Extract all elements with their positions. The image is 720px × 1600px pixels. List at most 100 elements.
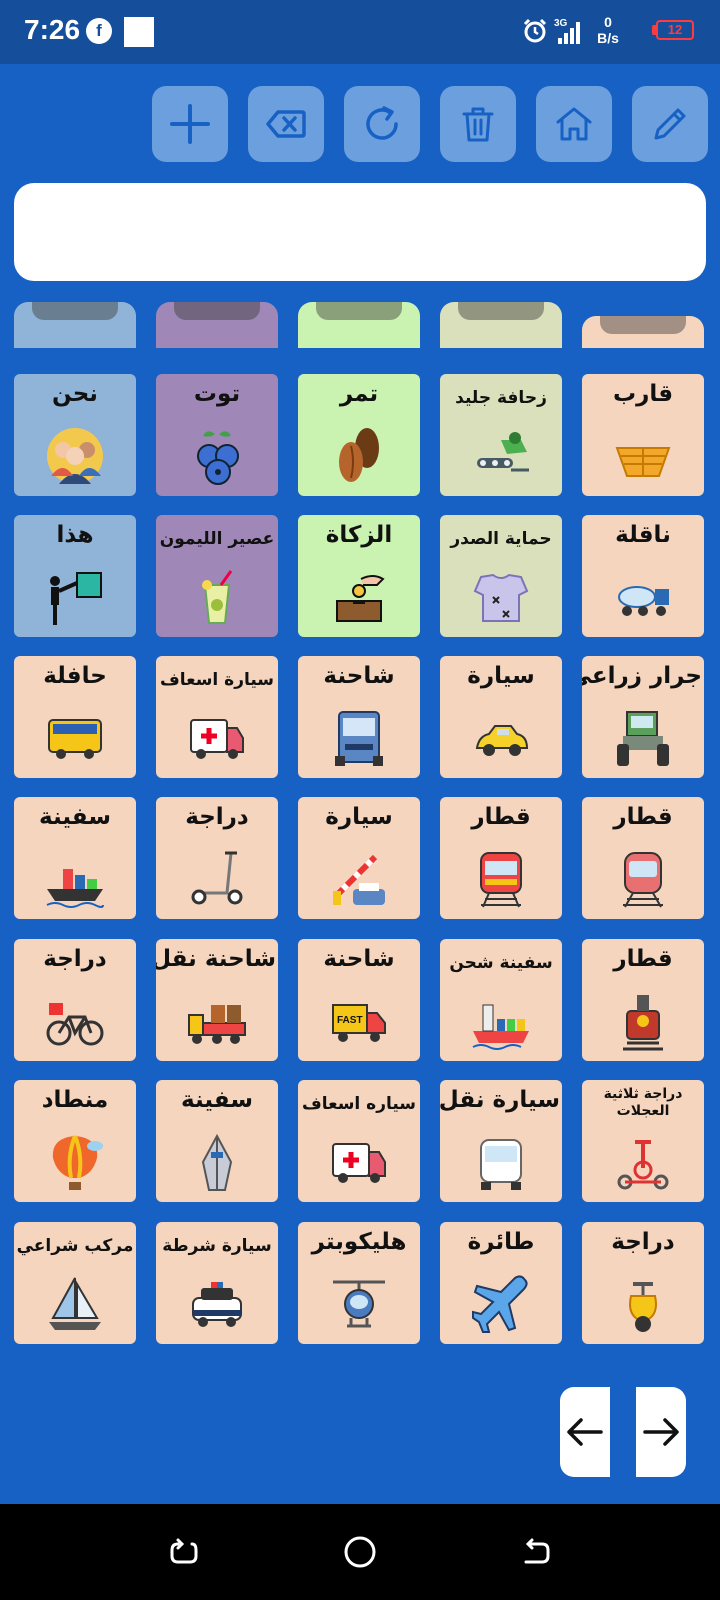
symbol-tile-label: الزكاة (325, 522, 393, 548)
symbol-tile-label: دراجة (611, 1229, 675, 1255)
previous-page-button[interactable] (560, 1387, 610, 1477)
symbol-tile-label: طائرة (467, 1229, 535, 1255)
symbol-tile-label: حافلة (43, 663, 107, 689)
network-speed-unit: B/s (597, 30, 619, 46)
trash-icon (462, 107, 494, 142)
next-page-button[interactable] (636, 1387, 686, 1477)
edit-button[interactable] (632, 86, 708, 162)
symbol-tile-label: سفينة شحن (449, 953, 553, 973)
symbol-tile[interactable]: توت (156, 374, 278, 496)
add-button[interactable] (152, 86, 228, 162)
backspace-button[interactable] (248, 86, 324, 162)
home-button[interactable] (536, 86, 612, 162)
trash-button[interactable] (440, 86, 516, 162)
symbol-tile[interactable]: منطاد (14, 1080, 136, 1202)
boat-icon (615, 447, 671, 477)
arrow-left-icon (567, 1418, 603, 1446)
sentence-bar[interactable] (14, 183, 706, 281)
symbol-tile-label: سيارة (467, 663, 535, 689)
symbol-tile[interactable]: سيارة شرطة (156, 1222, 278, 1344)
sailboat-icon (49, 1277, 101, 1330)
symbol-tile[interactable]: جرار زراعى (582, 656, 704, 778)
motor-scooter-icon (629, 1282, 657, 1332)
folder-tab-3[interactable] (298, 302, 420, 348)
folder-tab-notch (316, 302, 402, 320)
symbol-tile[interactable]: نحن (14, 374, 136, 496)
delivery-truck-icon: FAST (332, 1004, 386, 1042)
cargo-ship-icon (46, 869, 104, 908)
symbol-tile[interactable]: قطار (582, 939, 704, 1061)
symbol-tile[interactable]: طائرة (440, 1222, 562, 1344)
folder-tab-1[interactable] (14, 302, 136, 348)
symbol-tile[interactable]: حافلة (14, 656, 136, 778)
symbol-tile[interactable]: دراجة (156, 797, 278, 919)
symbol-tile[interactable]: هليكوبتر (298, 1222, 420, 1344)
folder-tab-notch (600, 316, 686, 334)
symbol-tile[interactable]: شاحنة (298, 656, 420, 778)
symbol-tile[interactable]: سفينة (156, 1080, 278, 1202)
symbol-tile[interactable]: هذا (14, 515, 136, 637)
folder-tab-2[interactable] (156, 302, 278, 348)
symbol-tile[interactable]: دراجة ثلاثية العجلات (582, 1080, 704, 1202)
symbol-tile[interactable]: مركب شراعي (14, 1222, 136, 1344)
symbol-tile[interactable]: زحافة جليد (440, 374, 562, 496)
refresh-button[interactable] (344, 86, 420, 162)
symbol-tile-label: تمر (339, 381, 379, 407)
symbol-tile[interactable]: عصير الليمون (156, 515, 278, 637)
symbol-tile[interactable]: ناقلة (582, 515, 704, 637)
folder-tab-4[interactable] (440, 302, 562, 348)
cargo-truck-icon (188, 1005, 246, 1044)
container-ship-icon (472, 1004, 529, 1050)
symbol-tile[interactable]: سيارة نقل (440, 1080, 562, 1202)
symbol-tile-label: دراجة (43, 946, 107, 972)
symbol-tile-label: حماية الصدر (450, 529, 552, 549)
symbol-tile[interactable]: سيارة (298, 797, 420, 919)
battery-icon: 12 (656, 20, 694, 40)
symbol-tile[interactable]: سياره اسعاف (298, 1080, 420, 1202)
pencil-icon (654, 108, 686, 140)
ambulance-icon (332, 1143, 386, 1183)
symbol-tile[interactable]: شاحنة نقل (156, 939, 278, 1061)
symbol-tile[interactable]: سفينة شحن (440, 939, 562, 1061)
symbol-tile[interactable]: تمر (298, 374, 420, 496)
home-circle-icon[interactable] (342, 1534, 378, 1570)
network-speed: 0 B/s (590, 14, 626, 46)
symbol-tile[interactable]: دراجة (14, 939, 136, 1061)
symbol-tile-label: منطاد (41, 1087, 109, 1113)
snowmobile-icon (477, 432, 529, 472)
police-car-icon (192, 1282, 242, 1327)
plus-icon (170, 104, 210, 144)
symbol-tile[interactable]: قطار (582, 797, 704, 919)
recent-apps-icon[interactable] (166, 1534, 202, 1570)
symbol-tile-label: قطار (613, 804, 673, 830)
notification-square-icon (124, 17, 154, 47)
symbol-tile[interactable]: قطار (440, 797, 562, 919)
van-icon (480, 1139, 522, 1190)
status-time: 7:26 (24, 14, 81, 45)
symbol-tile[interactable]: دراجة (582, 1222, 704, 1344)
symbol-tile-label: دراجة (185, 804, 249, 830)
folder-tab-5[interactable] (582, 316, 704, 348)
symbol-tile-label: دراجة ثلاثية العجلات (603, 1086, 683, 1119)
symbol-tile-label: سيارة (325, 804, 393, 830)
symbol-tile[interactable]: قارب (582, 374, 704, 496)
bicycle-icon (46, 1003, 104, 1046)
symbol-tile[interactable]: سيارة اسعاف (156, 656, 278, 778)
taxi-icon (475, 725, 529, 756)
helicopter-icon (333, 1280, 385, 1328)
battery-level: 12 (667, 22, 683, 37)
system-navigation-bar (0, 1504, 720, 1600)
symbol-tile[interactable]: الزكاة (298, 515, 420, 637)
people-icon (47, 428, 103, 484)
symbol-tile[interactable]: سيارة (440, 656, 562, 778)
svg-text:FAST: FAST (337, 1015, 363, 1026)
symbol-tile-label: نحن (52, 381, 98, 407)
blueberry-icon (197, 431, 239, 485)
back-icon[interactable] (518, 1534, 554, 1570)
symbol-tile-label: قطار (613, 946, 673, 972)
car-barrier-icon (333, 854, 385, 905)
symbol-tile[interactable]: شاحنة FAST (298, 939, 420, 1061)
symbol-tile[interactable]: حماية الصدر (440, 515, 562, 637)
status-bar: 7:26 f 3G 0 B/s 12 (0, 0, 720, 64)
symbol-tile[interactable]: سفينة (14, 797, 136, 919)
